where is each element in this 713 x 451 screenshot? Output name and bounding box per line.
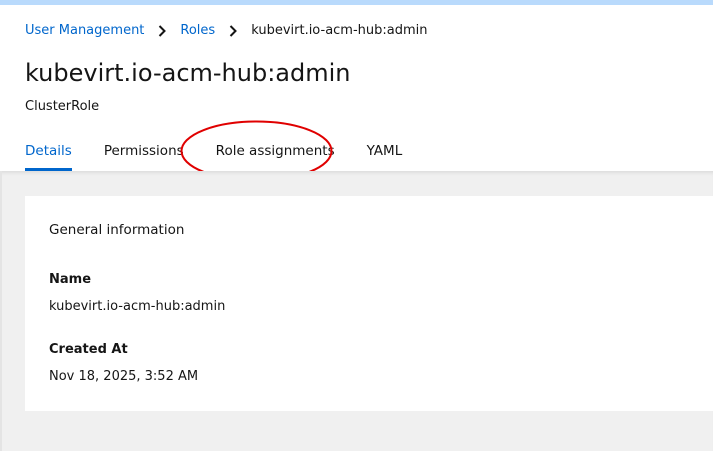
created-at-value: Nov 18, 2025, 3:52 AM	[49, 369, 199, 384]
name-value: kubevirt.io-acm-hub:admin	[49, 299, 226, 314]
chevron-right-icon	[158, 25, 167, 37]
breadcrumb-user-management[interactable]: User Management	[25, 23, 144, 39]
page-title: kubevirt.io-acm-hub:admin	[25, 59, 351, 87]
breadcrumb-current: kubevirt.io-acm-hub:admin	[251, 23, 428, 38]
chevron-right-icon	[229, 25, 238, 37]
tab-bar: Details Permissions Role assignments YAM…	[25, 140, 402, 171]
name-label: Name	[49, 272, 92, 287]
content-left-edge	[0, 171, 2, 451]
general-information-card: General information Name kubevirt.io-acm…	[25, 196, 713, 411]
tab-role-assignments[interactable]: Role assignments	[216, 140, 335, 171]
tab-details[interactable]: Details	[25, 140, 72, 171]
role-kind-label: ClusterRole	[25, 99, 100, 114]
tab-yaml[interactable]: YAML	[367, 140, 403, 171]
breadcrumb-roles[interactable]: Roles	[180, 23, 215, 39]
created-at-label: Created At	[49, 342, 128, 357]
page-header: User Management Roles kubevirt.io-acm-hu…	[0, 5, 713, 171]
breadcrumb: User Management Roles kubevirt.io-acm-hu…	[25, 23, 428, 39]
card-title: General information	[49, 222, 185, 238]
tab-permissions[interactable]: Permissions	[104, 140, 184, 171]
